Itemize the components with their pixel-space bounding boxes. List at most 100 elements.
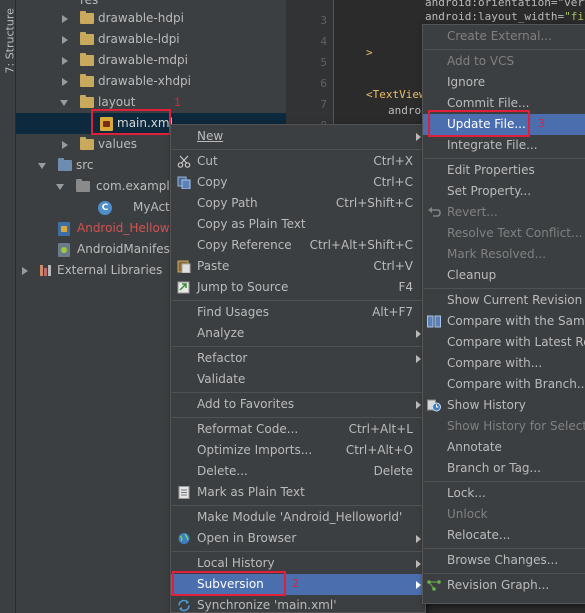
menu-separator xyxy=(172,392,424,393)
browser-icon xyxy=(178,533,190,544)
module-file-icon xyxy=(58,222,70,236)
svn-item-revision-graph[interactable]: Revision Graph... xyxy=(423,575,585,596)
folder-icon xyxy=(80,95,94,108)
menu-item-jump-to-source[interactable]: Jump to Source F4 xyxy=(171,277,425,298)
sync-icon xyxy=(178,599,190,612)
submenu-arrow-icon xyxy=(416,133,421,141)
line-number: 4 xyxy=(320,35,327,48)
svn-item-set-property[interactable]: Set Property... xyxy=(423,181,585,202)
menu-separator xyxy=(424,548,585,549)
copy-icon xyxy=(177,176,191,189)
svn-item-create-external[interactable]: Create External... xyxy=(423,26,585,47)
menu-separator xyxy=(172,300,424,301)
svn-item-annotate[interactable]: Annotate xyxy=(423,437,585,458)
scissors-icon xyxy=(177,155,191,168)
svn-item-relocate[interactable]: Relocate... xyxy=(423,525,585,546)
menu-item-open-in-browser[interactable]: Open in Browser xyxy=(171,528,425,549)
expand-arrow-icon[interactable] xyxy=(62,15,68,23)
code-line: android:orientation="verti xyxy=(425,0,585,9)
svn-item-compare-latest-repo[interactable]: Compare with Latest Repo xyxy=(423,332,585,353)
submenu-arrow-icon xyxy=(416,535,421,543)
svn-item-revert[interactable]: Revert... xyxy=(423,202,585,223)
annotation-box-2 xyxy=(172,571,286,596)
menu-item-mark-as-plain-text[interactable]: Mark as Plain Text xyxy=(171,482,425,503)
code-line: android:layout_width="fill_ xyxy=(425,10,585,23)
svn-item-compare-same-repo[interactable]: Compare with the Same R xyxy=(423,311,585,332)
menu-item-optimize-imports[interactable]: Optimize Imports... Ctrl+Alt+O xyxy=(171,440,425,461)
line-number: 6 xyxy=(320,77,327,90)
menu-separator xyxy=(424,573,585,574)
svn-item-show-history[interactable]: Show History xyxy=(423,395,585,416)
collapse-arrow-icon[interactable] xyxy=(38,163,46,169)
source-folder-icon xyxy=(58,158,72,171)
svn-item-show-current-revision[interactable]: Show Current Revision xyxy=(423,290,585,311)
library-icon xyxy=(40,265,53,276)
submenu-arrow-icon xyxy=(416,581,421,589)
history-icon xyxy=(427,399,441,412)
menu-separator xyxy=(424,158,585,159)
line-number: 7 xyxy=(320,98,327,111)
menu-item-cut[interactable]: Cut Ctrl+X xyxy=(171,151,425,172)
expand-arrow-icon[interactable] xyxy=(62,78,68,86)
expand-arrow-icon[interactable] xyxy=(62,57,68,65)
svn-item-edit-properties[interactable]: Edit Properties xyxy=(423,160,585,181)
menu-item-add-to-favorites[interactable]: Add to Favorites xyxy=(171,394,425,415)
svn-item-mark-resolved[interactable]: Mark Resolved... xyxy=(423,244,585,265)
structure-tab-label: 7: Structure xyxy=(3,8,17,74)
menu-item-reformat-code[interactable]: Reformat Code... Ctrl+Alt+L xyxy=(171,419,425,440)
svn-item-ignore[interactable]: Ignore xyxy=(423,72,585,93)
revision-graph-icon xyxy=(427,580,441,591)
folder-icon xyxy=(80,74,94,87)
svn-item-show-history-selection[interactable]: Show History for Selection xyxy=(423,416,585,437)
revert-icon xyxy=(428,207,441,217)
menu-item-new[interactable]: New xyxy=(171,126,425,147)
plain-text-icon xyxy=(178,486,190,499)
menu-item-delete[interactable]: Delete... Delete xyxy=(171,461,425,482)
folder-icon xyxy=(80,53,94,66)
menu-item-copy[interactable]: Copy Ctrl+C xyxy=(171,172,425,193)
svn-item-integrate-file[interactable]: Integrate File... xyxy=(423,135,585,156)
svn-item-compare-with[interactable]: Compare with... xyxy=(423,353,585,374)
menu-item-copy-reference[interactable]: Copy Reference Ctrl+Alt+Shift+C xyxy=(171,235,425,256)
svn-item-cleanup[interactable]: Cleanup xyxy=(423,265,585,286)
annotation-box-3 xyxy=(428,110,530,137)
svn-item-branch-or-tag[interactable]: Branch or Tag... xyxy=(423,458,585,479)
menu-separator xyxy=(172,505,424,506)
line-number: 5 xyxy=(320,56,327,69)
context-menu: New Cut Ctrl+X Copy Ctrl+C Copy Path Ctrl+S… xyxy=(170,124,426,613)
svn-item-browse-changes[interactable]: Browse Changes... xyxy=(423,550,585,571)
svn-item-add-to-vcs[interactable]: Add to VCS xyxy=(423,51,585,72)
folder-icon xyxy=(80,137,94,150)
folder-icon xyxy=(80,32,94,45)
annotation-number-3: 3 xyxy=(538,117,545,130)
annotation-number-1: 1 xyxy=(174,96,181,109)
svn-item-compare-with-branch[interactable]: Compare with Branch... xyxy=(423,374,585,395)
svn-item-unlock[interactable]: Unlock xyxy=(423,504,585,525)
code-line: > xyxy=(366,46,373,59)
menu-item-copy-path[interactable]: Copy Path Ctrl+Shift+C xyxy=(171,193,425,214)
menu-item-refactor[interactable]: Refactor xyxy=(171,348,425,369)
menu-item-analyze[interactable]: Analyze xyxy=(171,323,425,344)
menu-item-synchronize[interactable]: Synchronize 'main.xml' xyxy=(171,595,425,613)
folder-icon xyxy=(80,11,94,24)
svn-item-lock[interactable]: Lock... xyxy=(423,483,585,504)
structure-tab[interactable]: 7: Structure xyxy=(1,4,17,76)
menu-item-copy-plain-text[interactable]: Copy as Plain Text xyxy=(171,214,425,235)
collapse-arrow-icon[interactable] xyxy=(60,100,68,106)
code-line: andro xyxy=(388,104,422,117)
menu-item-paste[interactable]: Paste Ctrl+V xyxy=(171,256,425,277)
expand-arrow-icon[interactable] xyxy=(22,267,28,275)
submenu-arrow-icon xyxy=(416,560,421,568)
expand-arrow-icon[interactable] xyxy=(62,36,68,44)
menu-item-find-usages[interactable]: Find Usages Alt+F7 xyxy=(171,302,425,323)
left-tool-strip: 7: Structure xyxy=(0,0,17,613)
menu-item-validate[interactable]: Validate xyxy=(171,369,425,390)
collapse-arrow-icon[interactable] xyxy=(56,184,64,190)
menu-separator xyxy=(172,346,424,347)
android-manifest-icon xyxy=(58,243,70,257)
svn-item-resolve-text-conflict[interactable]: Resolve Text Conflict... xyxy=(423,223,585,244)
menu-item-make-module[interactable]: Make Module 'Android_Helloworld' xyxy=(171,507,425,528)
submenu-arrow-icon xyxy=(416,330,421,338)
expand-arrow-icon[interactable] xyxy=(62,141,68,149)
menu-separator xyxy=(172,149,424,150)
